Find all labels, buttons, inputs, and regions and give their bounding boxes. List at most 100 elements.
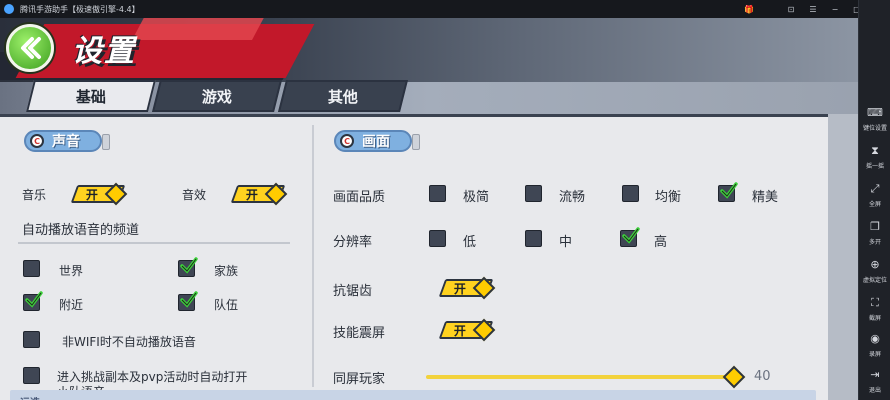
section-pill: C 声音 [24,130,110,152]
skill-shake-toggle[interactable]: 开 [438,318,496,342]
channel-nearby-label: 附近 [59,298,84,312]
sidebar-item-label: 截屏 [868,314,881,322]
channel-family-checkbox[interactable] [178,257,198,277]
gift-icon[interactable]: 🎁 [744,5,754,14]
back-button[interactable] [6,24,54,72]
resolution-medium-checkbox[interactable] [525,230,542,247]
bottom-partial-row [10,390,816,400]
sidebar-item-record[interactable]: ◉ 录屏 [859,326,890,364]
settings-tabs: 基础 游戏 其他 [0,80,858,114]
resolution-low-label: 低 [463,235,477,250]
sidebar-item-label: 摇一摇 [865,162,884,170]
page-title: 设置 [72,34,136,69]
window-title: 腾讯手游助手【极速傲引擎-4.4】 [20,4,140,14]
divider-line [18,242,290,244]
effects-toggle[interactable]: 开 [230,182,288,206]
toggle-value: 开 [454,323,467,338]
quality-fine-label: 精美 [752,190,779,205]
checkmark-icon [180,257,198,274]
section-coin-icon: C [30,134,44,148]
sidebar-item-screenshot[interactable]: ⛶ 截屏 [859,290,890,328]
sidebar-item-keymap[interactable]: ⌨ 键位设置 [859,100,890,138]
sidebar-item-exit[interactable]: ⇥ 退出 [859,362,890,400]
quality-smooth-label: 流畅 [559,190,586,205]
no-wifi-label: 非WIFI时不自动播放语音 [62,335,196,349]
shake-icon: ⧗ [871,143,879,157]
no-wifi-checkbox[interactable] [23,331,40,348]
keyboard-icon: ⌨ [867,105,883,119]
challenge-voice-checkbox[interactable] [23,367,40,384]
graphics-section-title: 画面 [362,134,390,150]
quality-smooth-checkbox[interactable] [525,185,542,202]
tab-game[interactable]: 游戏 [152,80,282,112]
multi-instance-icon: ❐ [870,219,880,233]
effects-label: 音效 [182,188,207,202]
resolution-low-checkbox[interactable] [429,230,446,247]
checkmark-icon [622,227,640,244]
sidebar-item-shake[interactable]: ⧗ 摇一摇 [859,138,890,176]
back-arrow-icon [21,37,41,59]
sidebar-item-location[interactable]: ⊕ 虚拟定位 [859,252,890,290]
quality-balanced-checkbox[interactable] [622,185,639,202]
tab-label: 其他 [327,87,358,106]
sound-section-title: 声音 [52,134,80,150]
resolution-high-checkbox[interactable] [620,227,640,247]
resolution-high-label: 高 [654,235,668,250]
tab-label: 游戏 [201,87,232,106]
sidebar-item-fullscreen[interactable]: ⤢ 全屏 [859,176,890,214]
quality-label: 画面品质 [333,190,386,205]
sidebar-item-label: 退出 [868,386,881,394]
resolution-label: 分辨率 [333,235,373,250]
column-divider [312,125,314,387]
sidebar-item-multi[interactable]: ❐ 多开 [859,214,890,252]
sidebar-item-label: 键位设置 [862,124,887,132]
skill-shake-label: 技能震屏 [333,326,386,341]
toggle-value: 开 [86,187,99,202]
checkmark-icon [720,182,738,199]
screenshot-icon: ⛶ [871,295,879,309]
channel-team-checkbox[interactable] [178,291,198,311]
players-slider-knob[interactable] [722,365,746,389]
fullscreen-icon: ⤢ [870,181,880,195]
graphics-section-header: C 画面 [334,129,420,153]
settings-panel: C 声音 音乐 开 音效 开 自动播放语音的频道 世界 家族 附近 队伍 非WI… [0,114,828,400]
screen-icon[interactable]: ⊡ [780,5,802,14]
emulator-title-bar: 腾讯手游助手【极速傲引擎-4.4】 🎁 ⊡ ☰ − □ × [0,0,890,18]
pill-tail [102,134,110,150]
sidebar-item-label: 多开 [868,238,881,246]
quality-minimal-checkbox[interactable] [429,185,446,202]
channel-nearby-checkbox[interactable] [23,291,43,311]
location-icon: ⊕ [870,257,880,271]
checkmark-icon [25,291,43,308]
channel-world-checkbox[interactable] [23,260,40,277]
emulator-sidebar: ⌨ 键位设置 ⧗ 摇一摇 ⤢ 全屏 ❐ 多开 ⊕ 虚拟定位 ⛶ 截屏 ◉ 录屏 … [858,0,890,400]
game-viewport: 设置 基础 游戏 其他 C 声音 音乐 开 音效 开 自动播放语音的频道 世界 … [0,18,858,400]
tab-other[interactable]: 其他 [278,80,408,112]
menu-icon[interactable]: ☰ [802,5,824,14]
players-label: 同屏玩家 [333,372,386,387]
sidebar-item-label: 录屏 [868,350,881,358]
section-coin-icon: C [340,134,354,148]
settings-header: 设置 [0,18,858,82]
bottom-partial-label: 运选 [20,394,40,400]
toggle-value: 开 [246,187,259,202]
app-logo-icon [4,4,14,14]
players-value: 40 [754,369,771,384]
channel-family-label: 家族 [214,264,239,278]
header-decoration [132,18,268,40]
antialias-toggle[interactable]: 开 [438,276,496,300]
pill-tail [412,134,420,150]
sidebar-item-label: 虚拟定位 [862,276,887,284]
channel-world-label: 世界 [59,264,84,278]
sound-section-header: C 声音 [24,129,110,153]
music-toggle[interactable]: 开 [70,182,128,206]
panel-edge [826,114,858,400]
tab-label: 基础 [75,87,106,106]
music-label: 音乐 [22,188,47,202]
voice-channel-title: 自动播放语音的频道 [22,223,140,238]
checkmark-icon [180,291,198,308]
players-slider-track[interactable] [426,375,736,379]
minimize-button[interactable]: − [824,5,846,14]
quality-fine-checkbox[interactable] [718,182,738,202]
tab-basic[interactable]: 基础 [26,80,156,112]
